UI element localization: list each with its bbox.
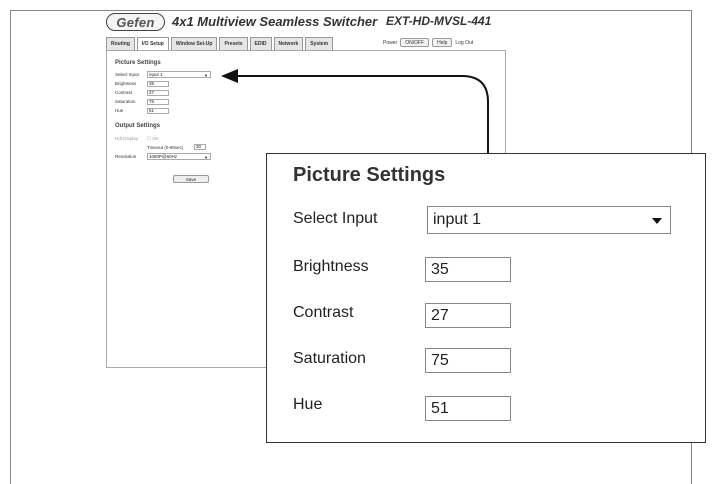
hdmi-display-checkbox[interactable]: ☐ On (147, 136, 158, 142)
contrast-input-small[interactable]: 27 (147, 90, 169, 96)
save-button[interactable]: Save (173, 175, 209, 183)
resolution-dropdown[interactable]: 1080P@60Hz ▼ (147, 153, 211, 160)
hdmi-display-checkbox-label: On (152, 136, 159, 141)
tab-system[interactable]: System (305, 37, 334, 50)
tab-routing[interactable]: Routing (106, 37, 135, 50)
gefen-logo: Gefen (106, 13, 165, 31)
power-label: Power (383, 39, 398, 46)
saturation-label-small: Saturation (115, 99, 136, 104)
contrast-label-small: Contrast (115, 90, 133, 95)
contrast-input[interactable]: 27 (425, 303, 511, 328)
chevron-down-icon (652, 218, 662, 224)
tab-bar: Routing I/O Setup Window Set-Up Presets … (106, 37, 335, 50)
power-button[interactable]: ON/OFF (400, 38, 430, 47)
logout-link[interactable]: Log Out (455, 40, 473, 46)
tab-window-setup[interactable]: Window Set-Up (170, 37, 218, 50)
hdmi-display-label: Hdt Display (115, 136, 139, 141)
top-controls: Power ON/OFF Help Log Out (383, 38, 473, 47)
output-settings-title: Output Settings (115, 123, 160, 129)
tab-edid[interactable]: EDID (249, 37, 272, 50)
resolution-label: Resolution (115, 154, 137, 159)
hue-input[interactable]: 51 (425, 396, 511, 421)
timeout-label: Timeout (0-60sec) (147, 145, 184, 150)
select-input-value-small: input 1 (149, 72, 163, 77)
brightness-input[interactable]: 35 (425, 257, 511, 282)
resolution-value: 1080P@60Hz (149, 154, 178, 159)
contrast-label: Contrast (293, 304, 354, 321)
tab-presets[interactable]: Presets (219, 37, 248, 50)
tab-io-setup[interactable]: I/O Setup (136, 37, 169, 50)
brightness-label: Brightness (293, 258, 369, 275)
zoomed-picture-settings: Picture Settings Select Input input 1 Br… (266, 153, 706, 443)
timeout-input[interactable]: 30 (194, 144, 206, 150)
help-button[interactable]: Help (432, 38, 453, 47)
chevron-down-icon: ▼ (204, 73, 208, 78)
saturation-input-small[interactable]: 75 (147, 99, 169, 105)
hue-input-small[interactable]: 51 (147, 108, 169, 114)
brightness-label-small: Brightness (115, 81, 137, 86)
select-input-value: input 1 (433, 211, 482, 228)
picture-settings-title: Picture Settings (293, 164, 446, 186)
select-input-label-small: Select Input (115, 72, 139, 77)
brightness-input-small[interactable]: 35 (147, 81, 169, 87)
hue-label: Hue (293, 396, 323, 413)
select-input-dropdown-small[interactable]: input 1 ▼ (147, 71, 211, 78)
select-input-dropdown[interactable]: input 1 (427, 206, 671, 234)
chevron-down-icon: ▼ (204, 155, 208, 160)
hue-label-small: Hue (115, 108, 124, 113)
app-title: 4x1 Multiview Seamless Switcher (172, 14, 378, 29)
checkbox-icon: ☐ (147, 136, 152, 141)
tab-network[interactable]: Network (273, 37, 304, 50)
saturation-label: Saturation (293, 350, 366, 367)
model-name: EXT-HD-MVSL-441 (386, 14, 492, 28)
select-input-label: Select Input (293, 210, 378, 227)
picture-settings-title-small: Picture Settings (115, 60, 161, 66)
saturation-input[interactable]: 75 (425, 348, 511, 373)
